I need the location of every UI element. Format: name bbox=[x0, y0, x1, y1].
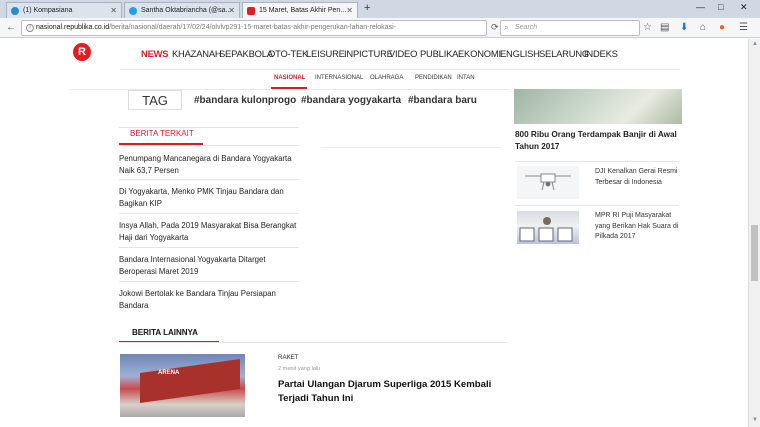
list-divider bbox=[119, 213, 299, 214]
news-time: 2 menit yang lalu bbox=[278, 366, 321, 372]
sidebar-link[interactable]: DJI Kenalkan Gerai Resmi Terbesar di Ind… bbox=[595, 167, 685, 188]
nav-news[interactable]: NEWS bbox=[141, 48, 169, 59]
list-divider bbox=[119, 179, 299, 180]
minimize-button[interactable]: — bbox=[696, 2, 705, 12]
news-headline[interactable]: Partai Ulangan Djarum Superliga 2015 Kem… bbox=[278, 378, 508, 406]
home-icon[interactable]: ⌂ bbox=[700, 22, 706, 33]
section-line bbox=[119, 127, 299, 128]
back-icon[interactable]: ← bbox=[6, 22, 16, 33]
search-icon: ⌕ bbox=[504, 23, 509, 32]
maximize-button[interactable]: □ bbox=[718, 2, 723, 12]
scrollbar-thumb[interactable] bbox=[751, 225, 758, 281]
nav-sepakbola[interactable]: SEPAKBOLA bbox=[219, 48, 273, 59]
menu-icon[interactable]: ☰ bbox=[739, 22, 748, 33]
kompasiana-icon bbox=[11, 7, 19, 15]
nav-video[interactable]: VIDEO bbox=[389, 48, 417, 59]
search-input[interactable]: ⌕ Search bbox=[500, 20, 640, 36]
nav-divider bbox=[120, 69, 680, 70]
url-path: /berita/nasional/daerah/17/02/24/olvlvp2… bbox=[109, 24, 396, 31]
nav-leisure[interactable]: LEISURE bbox=[306, 48, 345, 59]
section-line bbox=[321, 147, 501, 148]
subnav-intan[interactable]: INTAN bbox=[457, 75, 475, 81]
voting-booth-icon bbox=[519, 217, 573, 242]
list-divider bbox=[515, 161, 679, 162]
navigation-bar: ← i nasional.republika.co.id/berita/nasi… bbox=[0, 18, 760, 38]
arena-building bbox=[140, 358, 240, 404]
tag-bandara-yogyakarta[interactable]: #bandara yogyakarta bbox=[301, 95, 401, 106]
sidebar-thumbnail[interactable] bbox=[517, 211, 579, 244]
new-tab-button[interactable]: + bbox=[364, 2, 370, 14]
firefox-account-icon[interactable]: ● bbox=[719, 22, 725, 33]
republika-logo[interactable]: R bbox=[73, 43, 91, 61]
web-page: R NEWS KHAZANAH SEPAKBOLA OTO-TEK LEISUR… bbox=[0, 39, 748, 427]
republika-icon bbox=[247, 7, 255, 15]
tag-bandara-baru[interactable]: #bandara baru bbox=[408, 95, 477, 106]
tab-twitter[interactable]: Santha Oktabriancha (@sa... ✕ bbox=[124, 2, 240, 18]
sidebar-headline[interactable]: 800 Ribu Orang Terdampak Banjir di Awal … bbox=[515, 129, 683, 153]
page-scrollbar[interactable]: ▲ ▼ bbox=[748, 39, 760, 427]
info-icon[interactable]: i bbox=[26, 24, 34, 32]
related-section-title: BERITA TERKAIT bbox=[130, 129, 194, 138]
reading-list-icon[interactable]: ▤ bbox=[660, 22, 669, 33]
list-divider bbox=[119, 281, 299, 282]
reload-icon[interactable]: ⟳ bbox=[491, 22, 499, 33]
section-line bbox=[119, 145, 299, 146]
subnav-olahraga[interactable]: OLAHRAGA bbox=[370, 75, 403, 81]
twitter-icon bbox=[129, 7, 137, 15]
section-line bbox=[119, 342, 507, 343]
related-link[interactable]: Jokowi Bertolak ke Bandara Tinjau Persia… bbox=[119, 288, 299, 311]
nav-publika[interactable]: PUBLIKA bbox=[420, 48, 458, 59]
close-window-button[interactable]: ✕ bbox=[740, 2, 748, 13]
search-placeholder: Search bbox=[515, 24, 538, 31]
news-category[interactable]: RAKET bbox=[278, 354, 299, 361]
scroll-down-icon[interactable]: ▼ bbox=[752, 417, 758, 423]
sidebar-thumbnail[interactable] bbox=[517, 166, 579, 199]
subnav-nasional[interactable]: NASIONAL bbox=[274, 75, 305, 81]
tab-label: (1) Kompasiana bbox=[23, 7, 73, 14]
related-link[interactable]: Insya Allah, Pada 2019 Masyarakat Bisa B… bbox=[119, 220, 299, 243]
nav-khazanah[interactable]: KHAZANAH bbox=[172, 48, 222, 59]
other-section-title: BERITA LAINNYA bbox=[132, 328, 198, 337]
nav-inpicture[interactable]: INPICTURE bbox=[344, 48, 393, 59]
related-link[interactable]: Penumpang Mancanegara di Bandara Yogyaka… bbox=[119, 153, 299, 176]
subnav-pendidikan[interactable]: PENDIDIKAN bbox=[415, 75, 452, 81]
tag-label: TAG bbox=[128, 90, 182, 110]
url-host: nasional.republika.co.id bbox=[36, 24, 110, 31]
related-link[interactable]: Di Yogyakarta, Menko PMK Tinjau Bandara … bbox=[119, 186, 299, 209]
scroll-up-icon[interactable]: ▲ bbox=[752, 41, 758, 47]
browser-tab-strip: (1) Kompasiana ✕ Santha Oktabriancha (@s… bbox=[0, 0, 760, 18]
tab-label: 15 Maret, Batas Akhir Pen... bbox=[259, 7, 347, 14]
bookmark-star-icon[interactable]: ☆ bbox=[643, 22, 652, 33]
sidebar-featured-image[interactable] bbox=[514, 89, 682, 124]
tag-bandara-kulonprogo[interactable]: #bandara kulonprogo bbox=[194, 95, 296, 106]
list-divider bbox=[515, 205, 679, 206]
nav-selarung[interactable]: SELARUNG bbox=[539, 48, 589, 59]
related-link[interactable]: Bandara Internasional Yogyakarta Ditarge… bbox=[119, 254, 299, 277]
close-icon[interactable]: ✕ bbox=[346, 6, 353, 15]
nav-ekonomi[interactable]: EKONOMI bbox=[458, 48, 501, 59]
tab-kompasiana[interactable]: (1) Kompasiana ✕ bbox=[6, 2, 122, 18]
tab-republika[interactable]: 15 Maret, Batas Akhir Pen... ✕ bbox=[242, 2, 358, 18]
news-thumbnail[interactable]: ARENA bbox=[120, 354, 245, 417]
list-divider bbox=[119, 247, 299, 248]
nav-indeks[interactable]: INDEKS bbox=[584, 48, 618, 59]
drone-icon bbox=[525, 173, 571, 191]
tab-label: Santha Oktabriancha (@sa... bbox=[141, 7, 232, 14]
nav-english[interactable]: ENGLISH bbox=[500, 48, 540, 59]
arena-sign: ARENA bbox=[158, 370, 180, 376]
url-field[interactable]: i nasional.republika.co.id/berita/nasion… bbox=[21, 20, 487, 36]
subnav-internasional[interactable]: INTERNASIONAL bbox=[315, 75, 363, 81]
close-icon[interactable]: ✕ bbox=[110, 6, 117, 15]
close-icon[interactable]: ✕ bbox=[228, 6, 235, 15]
sidebar-link[interactable]: MPR RI Puji Masyarakat yang Berikan Hak … bbox=[595, 211, 685, 243]
nav-oto-tek[interactable]: OTO-TEK bbox=[268, 48, 308, 59]
download-icon[interactable]: ⬇ bbox=[680, 22, 688, 33]
